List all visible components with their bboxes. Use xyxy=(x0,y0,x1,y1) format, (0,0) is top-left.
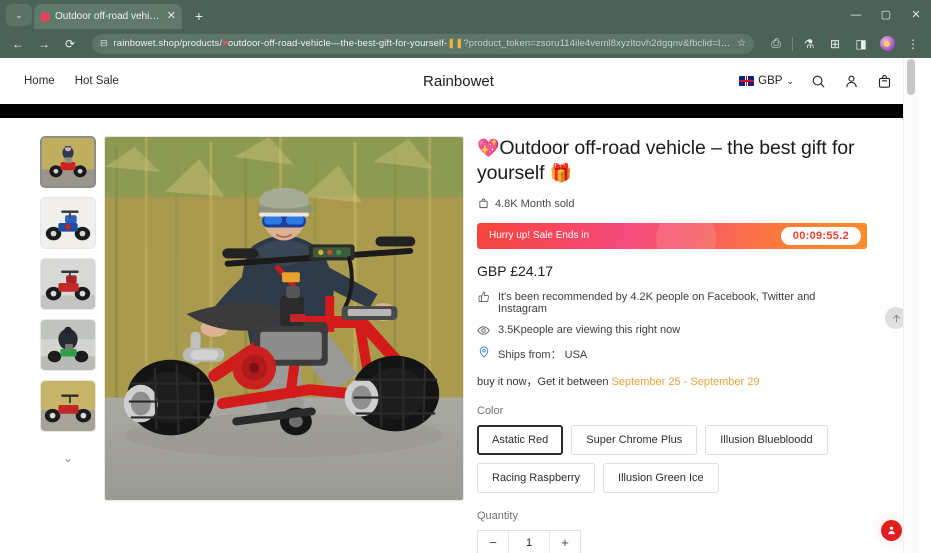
browser-tab[interactable]: Outdoor off-road vehicle – ✕ xyxy=(34,4,182,29)
thumbnail-2[interactable] xyxy=(40,197,96,249)
chevron-down-icon: ⌄ xyxy=(786,75,794,86)
color-option-super-chrome-plus[interactable]: Super Chrome Plus xyxy=(571,424,698,455)
sale-countdown-banner: Hurry up! Sale Ends in 00:09:55.2 xyxy=(477,222,867,249)
scrollbar-thumb[interactable] xyxy=(907,59,915,95)
nav-link-hot-sale[interactable]: Hot Sale xyxy=(75,75,119,87)
gallery-next-button[interactable]: ⌄ xyxy=(57,449,79,467)
thumbnail-5[interactable] xyxy=(40,380,96,432)
delivery-dates: September 25 - September 29 xyxy=(611,375,760,388)
nav-link-home[interactable]: Home xyxy=(24,75,55,87)
monthly-sold: 4.8K Month sold xyxy=(477,198,867,210)
thumbnail-1[interactable] xyxy=(40,136,96,188)
reading-list-icon[interactable]: ⊞ xyxy=(825,34,845,54)
gift-emoji: 🎁 xyxy=(549,162,573,183)
page-scrollbar[interactable] xyxy=(903,58,917,553)
site-header: Home Hot Sale Rainbowet GBP ⌄ xyxy=(0,58,917,104)
profile-avatar-icon[interactable] xyxy=(877,34,897,54)
tab-strip: ⌄ Outdoor off-road vehicle – ✕ + — ▢ ✕ xyxy=(0,0,931,29)
quantity-stepper[interactable]: − 1 + xyxy=(477,529,581,553)
shopping-bag-icon xyxy=(477,198,489,210)
side-panel-icon[interactable]: ◨ xyxy=(851,34,871,54)
heart-emoji: 💖 xyxy=(477,138,500,158)
cart-icon[interactable] xyxy=(876,73,893,90)
lab-flask-icon[interactable]: ⚗ xyxy=(799,34,819,54)
account-icon[interactable] xyxy=(843,73,860,90)
bullet-text: It's been recommended by 4.2K people on … xyxy=(498,290,816,315)
chevron-down-icon: ⌄ xyxy=(15,9,23,20)
bullet-recommended: It's been recommended by 4.2K people on … xyxy=(477,291,867,315)
page-viewport: Home Hot Sale Rainbowet GBP ⌄ ⌄ 💖Outdoor… xyxy=(0,58,931,553)
product-price: GBP £24.17 xyxy=(477,262,554,279)
product-title-text: Outdoor off-road vehicle – the best gift… xyxy=(477,137,855,184)
uk-flag-icon xyxy=(739,76,755,86)
color-option-illusion-green-ice[interactable]: Illusion Green Ice xyxy=(603,462,719,493)
address-bar[interactable]: ⊟ rainbowet.shop/products/♥outdoor-off-r… xyxy=(92,33,755,54)
bullet-text: Ships from： USA xyxy=(498,348,588,361)
site-settings-icon[interactable]: ⊟ xyxy=(100,38,108,49)
product-info: 💖Outdoor off-road vehicle – the best gif… xyxy=(477,136,877,553)
product-main-image[interactable] xyxy=(104,136,464,501)
eye-icon xyxy=(477,324,490,337)
color-option-racing-raspberry[interactable]: Racing Raspberry xyxy=(477,462,596,493)
monthly-sold-label: 4.8K Month sold xyxy=(495,197,575,210)
primary-nav: Home Hot Sale xyxy=(24,75,119,87)
support-chat-icon[interactable] xyxy=(881,520,902,541)
web-page: Home Hot Sale Rainbowet GBP ⌄ ⌄ 💖Outdoor… xyxy=(0,58,917,553)
bookmark-star-icon[interactable]: ☆ xyxy=(737,38,746,49)
thumbs-up-icon xyxy=(477,291,490,304)
quantity-value[interactable]: 1 xyxy=(508,530,550,553)
quantity-increase-button[interactable]: + xyxy=(550,531,580,553)
location-pin-icon xyxy=(477,346,490,359)
thumbnail-4[interactable] xyxy=(40,319,96,371)
header-actions: GBP ⌄ xyxy=(739,73,893,90)
back-icon[interactable]: ← xyxy=(8,34,28,54)
maximize-icon[interactable]: ▢ xyxy=(871,0,901,29)
browser-toolbar: ← → ⟳ ⊟ rainbowet.shop/products/♥outdoor… xyxy=(0,29,931,58)
search-icon[interactable] xyxy=(810,73,827,90)
extension-icon[interactable]: ⎙ xyxy=(766,34,786,54)
close-icon[interactable]: ✕ xyxy=(167,11,176,22)
address-bar-url: rainbowet.shop/products/♥outdoor-off-roa… xyxy=(113,38,732,49)
bullet-viewing: 3.5Kpeople are viewing this right now xyxy=(477,324,867,337)
chrome-menu-icon[interactable]: ⋮ xyxy=(903,34,923,54)
reload-icon[interactable]: ⟳ xyxy=(60,34,80,54)
minimize-icon[interactable]: — xyxy=(841,0,871,29)
announcement-bar xyxy=(0,104,917,118)
delivery-prefix: buy it now，Get it between xyxy=(477,375,612,388)
forward-icon[interactable]: → xyxy=(34,34,54,54)
thumbnail-3[interactable] xyxy=(40,258,96,310)
tab-title: Outdoor off-road vehicle – xyxy=(55,11,162,22)
color-option-astatic-red[interactable]: Astatic Red xyxy=(477,424,564,455)
new-tab-button[interactable]: + xyxy=(188,5,210,27)
product-title: 💖Outdoor off-road vehicle – the best gif… xyxy=(477,136,867,186)
bullet-text: 3.5Kpeople are viewing this right now xyxy=(498,323,681,336)
thumbnail-gallery: ⌄ xyxy=(37,136,99,553)
sale-banner-text: Hurry up! Sale Ends in xyxy=(489,230,590,242)
product-section: ⌄ 💖Outdoor off-road vehicle – the best g… xyxy=(0,118,917,553)
color-option-label: Color xyxy=(477,404,504,417)
countdown-timer: 00:09:55.2 xyxy=(780,226,861,245)
bullet-ships-from: Ships from： USA xyxy=(477,346,867,362)
quantity-decrease-button[interactable]: − xyxy=(478,531,508,553)
window-close-icon[interactable]: ✕ xyxy=(901,0,931,29)
toolbar-divider xyxy=(792,36,793,51)
window-controls: — ▢ ✕ xyxy=(841,0,931,29)
color-options: Astatic Red Super Chrome Plus Illusion B… xyxy=(477,424,867,493)
delivery-estimate: buy it now，Get it between September 25 -… xyxy=(477,373,867,389)
currency-selector[interactable]: GBP ⌄ xyxy=(739,75,794,87)
currency-label: GBP xyxy=(758,75,783,87)
product-bullets: It's been recommended by 4.2K people on … xyxy=(477,291,867,362)
tab-favicon xyxy=(40,11,50,22)
quantity-label: Quantity xyxy=(477,509,518,522)
browser-window: ⌄ Outdoor off-road vehicle – ✕ + — ▢ ✕ ←… xyxy=(0,0,931,553)
tab-search-button[interactable]: ⌄ xyxy=(6,4,32,26)
color-option-illusion-bluebloodd[interactable]: Illusion Bluebloodd xyxy=(705,424,828,455)
